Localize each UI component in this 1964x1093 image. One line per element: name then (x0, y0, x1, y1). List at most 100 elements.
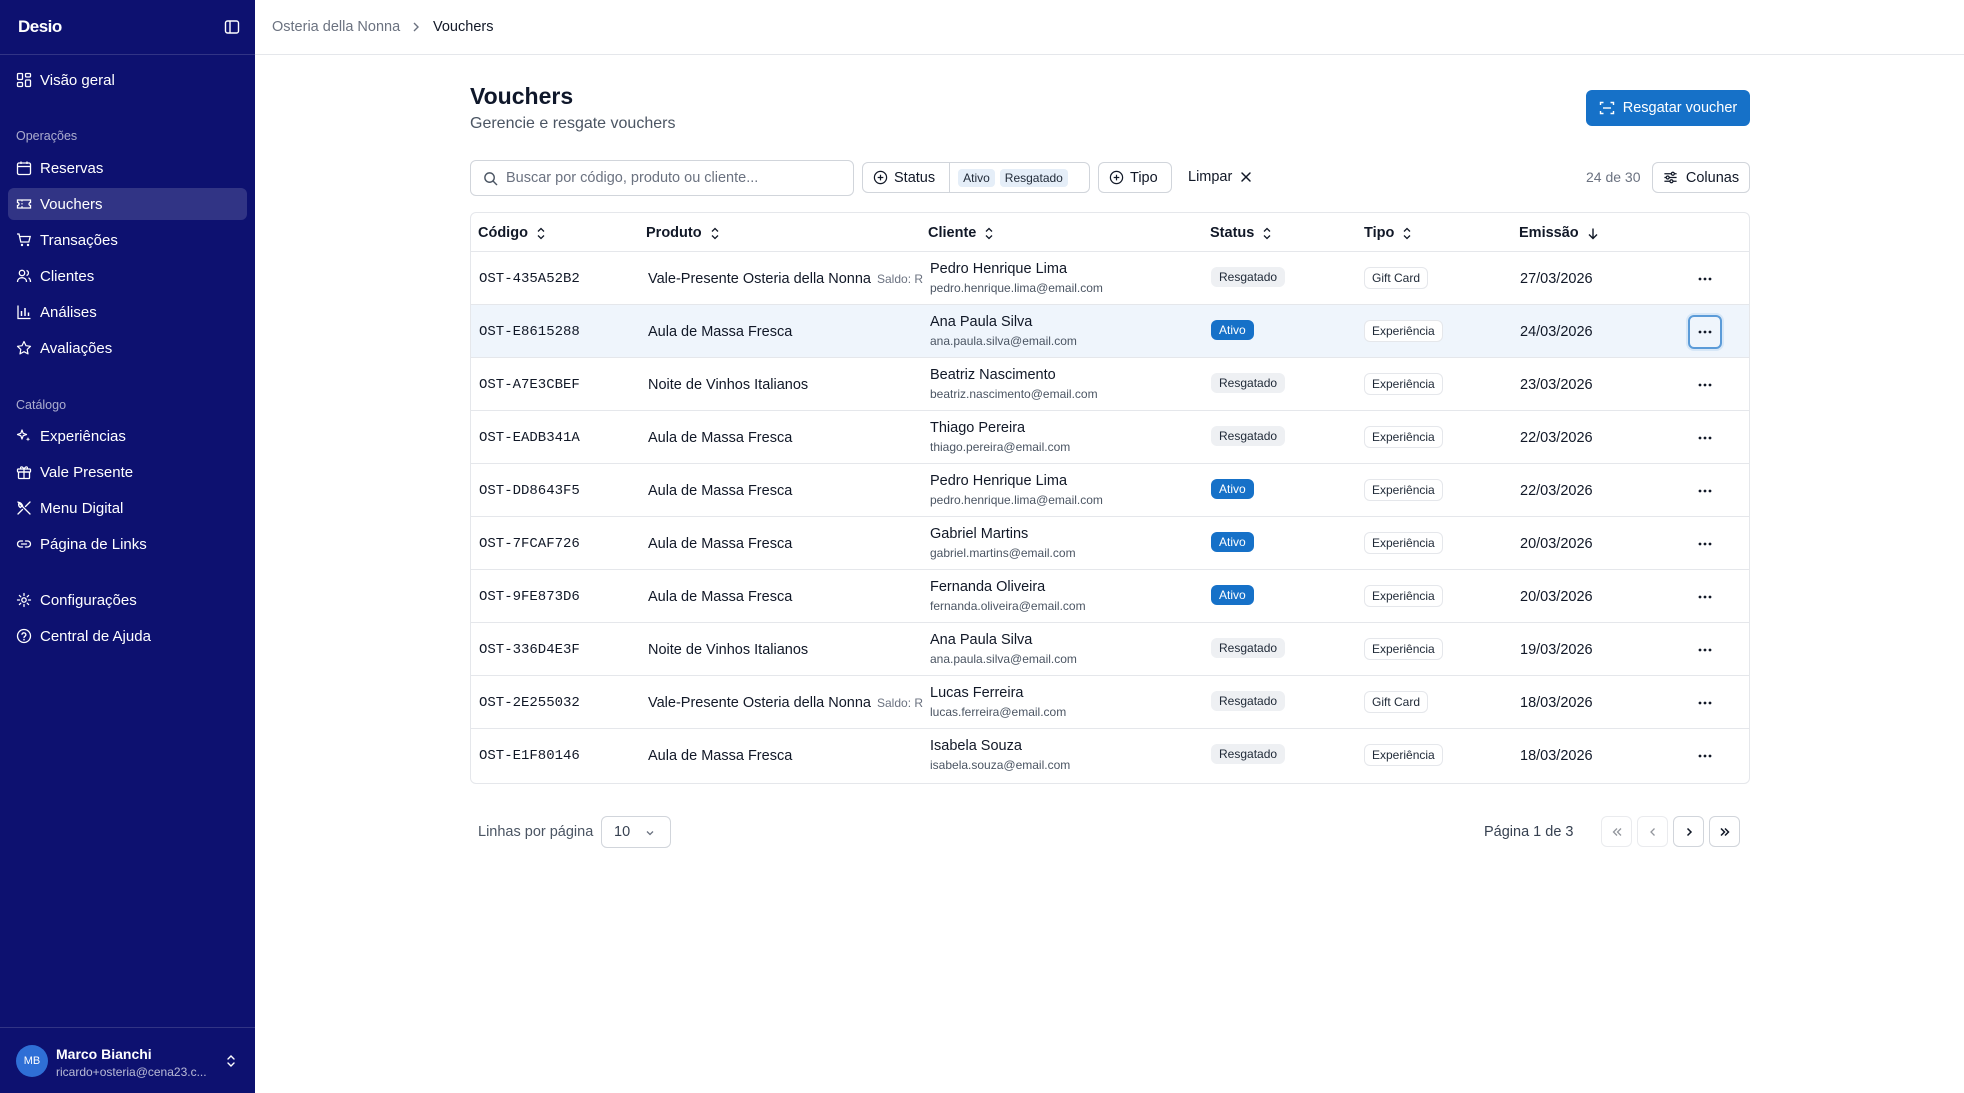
table-row[interactable]: OST-336D4E3F Noite de Vinhos Italianos Ana… (471, 623, 1749, 676)
product-label: Aula de Massa Fresca (648, 748, 793, 764)
client-email: pedro.henrique.lima@email.com (930, 281, 1103, 295)
sidebar-item-reservas[interactable]: Reservas (8, 152, 247, 184)
help-icon (16, 628, 32, 644)
row-actions-button[interactable] (1688, 421, 1722, 455)
sidebar-item-label: Vouchers (40, 195, 103, 213)
rows-per-page-select[interactable]: 10 (601, 816, 671, 848)
client-name: Fernanda Oliveira (930, 579, 1046, 595)
search-box[interactable] (470, 160, 854, 196)
more-horizontal-icon (1698, 648, 1712, 652)
page-indicator: Página 1 de 3 (1484, 824, 1574, 840)
type-badge: Experiência (1364, 426, 1443, 448)
row-actions-button[interactable] (1688, 262, 1722, 296)
table-row[interactable]: OST-9FE873D6 Aula de Massa Fresca Fernanda… (471, 570, 1749, 623)
sidebar-toggle-icon[interactable] (224, 19, 240, 35)
voucher-code: OST-E8615288 (479, 324, 580, 340)
sidebar-item-central-ajuda[interactable]: Central de Ajuda (8, 620, 247, 652)
sidebar-item-vouchers[interactable]: Vouchers (8, 188, 247, 220)
table-row[interactable]: OST-435A52B2 Vale-Presente Osteria della … (471, 252, 1749, 305)
status-badge: Resgatado (1211, 426, 1286, 446)
product-name: Aula de Massa Fresca (648, 430, 928, 446)
columns-button[interactable]: Colunas (1652, 162, 1750, 193)
issue-date: 22/03/2026 (1520, 430, 1593, 446)
row-actions-button[interactable] (1688, 368, 1722, 402)
client-name: Isabela Souza (930, 738, 1022, 754)
sparkles-icon (16, 429, 31, 442)
table-row[interactable]: OST-DD8643F5 Aula de Massa Fresca Pedro He… (471, 464, 1749, 517)
column-header-emissao[interactable]: Emissão (1519, 225, 1599, 241)
sidebar-item-avaliacoes[interactable]: Avaliações (8, 332, 247, 364)
row-actions-button[interactable] (1688, 527, 1722, 561)
column-header-produto[interactable]: Produto (646, 225, 720, 241)
chevron-up-down-icon[interactable] (224, 1053, 238, 1069)
column-header-label: Cliente (928, 225, 977, 241)
more-horizontal-icon (1698, 436, 1712, 440)
client-name: Ana Paula Silva (930, 632, 1033, 648)
sidebar-item-transacoes[interactable]: Transações (8, 224, 247, 256)
search-input[interactable] (506, 170, 836, 186)
issue-date: 19/03/2026 (1520, 642, 1593, 658)
close-icon (1241, 172, 1252, 182)
sidebar-item-clientes[interactable]: Clientes (8, 260, 247, 292)
sidebar-item-configuracoes[interactable]: Configurações (8, 584, 247, 616)
table-row[interactable]: OST-E1F80146 Aula de Massa Fresca Isabela … (471, 729, 1749, 782)
product-label: Vale-Presente Osteria della Nonna (648, 695, 871, 711)
sidebar-item-analises[interactable]: Análises (8, 296, 247, 328)
table-row[interactable]: OST-2E255032 Vale-Presente Osteria della … (471, 676, 1749, 729)
sidebar-item-overview[interactable]: Visão geral (8, 64, 247, 96)
row-actions-button[interactable] (1688, 633, 1722, 667)
top-bar: Osteria della Nonna Vouchers (255, 0, 1964, 55)
next-page-button[interactable] (1673, 816, 1704, 847)
column-header-cliente[interactable]: Cliente (928, 225, 994, 241)
type-badge: Experiência (1364, 479, 1443, 501)
issue-date: 18/03/2026 (1520, 748, 1593, 764)
previous-page-button[interactable] (1637, 816, 1668, 847)
status-filter-button[interactable]: Status Ativo Resgatado (862, 162, 1090, 193)
sidebar-item-vale-presente[interactable]: Vale Presente (8, 456, 247, 488)
table-row[interactable]: OST-7FCAF726 Aula de Massa Fresca Gabriel … (471, 517, 1749, 570)
client-name: Lucas Ferreira (930, 685, 1024, 701)
last-page-button[interactable] (1709, 816, 1740, 847)
row-actions-button[interactable] (1688, 580, 1722, 614)
chevron-left-icon (1649, 827, 1655, 836)
product-name: Aula de Massa Fresca (648, 483, 928, 499)
search-icon (484, 171, 498, 185)
client-email: ana.paula.silva@email.com (930, 652, 1077, 666)
voucher-code: OST-435A52B2 (479, 271, 580, 287)
column-header-codigo[interactable]: Código (478, 225, 546, 241)
avatar[interactable]: MB (16, 1045, 48, 1077)
clear-filters-button[interactable]: Limpar (1188, 169, 1252, 185)
calendar-icon (16, 161, 32, 176)
issue-date: 23/03/2026 (1520, 377, 1593, 393)
sidebar: Desio Visão geral Operações Reservas Vou… (0, 0, 255, 1093)
row-actions-button[interactable] (1688, 739, 1722, 773)
sidebar-item-label: Avaliações (40, 339, 113, 357)
gift-icon (16, 466, 32, 480)
breadcrumb-parent[interactable]: Osteria della Nonna (272, 19, 400, 35)
star-icon (16, 340, 32, 355)
sidebar-item-pagina-links[interactable]: Página de Links (8, 528, 247, 560)
section-operations: Operações (16, 129, 78, 143)
column-header-status[interactable]: Status (1210, 225, 1272, 241)
sidebar-item-experiencias[interactable]: Experiências (8, 420, 247, 452)
row-actions-button[interactable] (1688, 474, 1722, 508)
voucher-code: OST-EADB341A (479, 430, 580, 446)
redeem-voucher-button[interactable]: Resgatar voucher (1586, 90, 1750, 126)
vouchers-table: Código Produto Cliente Status Tipo Emiss… (470, 212, 1750, 784)
brand-logo[interactable]: Desio (18, 17, 62, 37)
product-name: Vale-Presente Osteria della Nonna Saldo: … (648, 271, 928, 287)
type-filter-button[interactable]: Tipo (1098, 162, 1172, 193)
table-row[interactable]: OST-EADB341A Aula de Massa Fresca Thiago P… (471, 411, 1749, 464)
first-page-button[interactable] (1601, 816, 1632, 847)
table-row[interactable]: OST-E8615288 Aula de Massa Fresca Ana Paul… (471, 305, 1749, 358)
user-name[interactable]: Marco Bianchi (56, 1046, 152, 1062)
utensils-icon (17, 501, 31, 515)
sidebar-item-label: Menu Digital (40, 499, 124, 517)
column-header-label: Código (478, 225, 528, 241)
row-actions-button[interactable] (1688, 686, 1722, 720)
balance-label: Saldo: R (877, 696, 924, 710)
row-actions-button[interactable] (1688, 315, 1722, 349)
column-header-tipo[interactable]: Tipo (1364, 225, 1412, 241)
sidebar-item-menu-digital[interactable]: Menu Digital (8, 492, 247, 524)
table-row[interactable]: OST-A7E3CBEF Noite de Vinhos Italianos Bea… (471, 358, 1749, 411)
